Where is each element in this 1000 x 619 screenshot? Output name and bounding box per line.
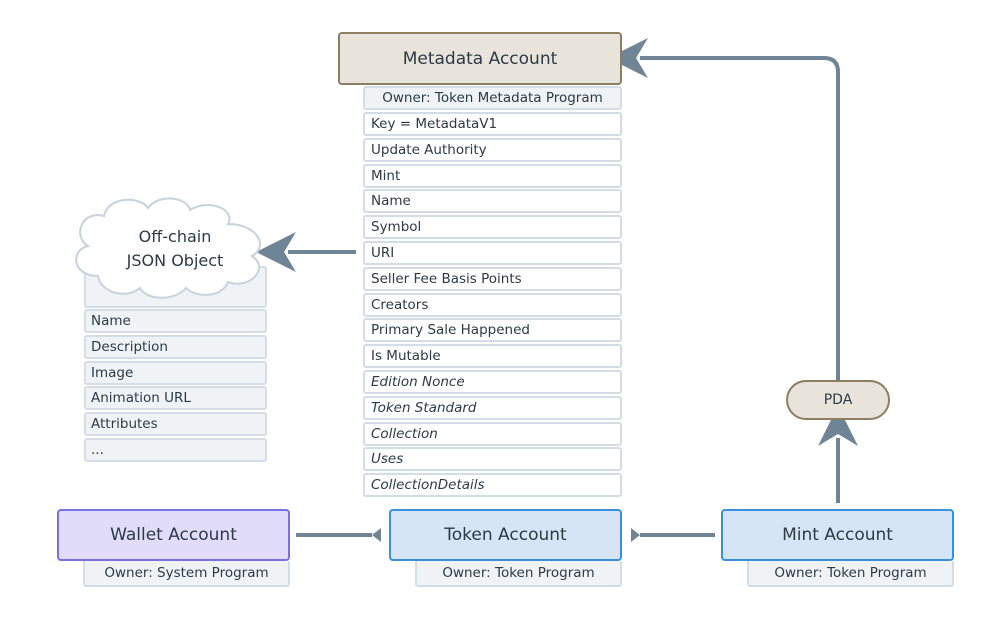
mint-account-box: Mint Account	[721, 509, 954, 561]
json-field: Description	[84, 334, 267, 359]
wallet-account-title: Wallet Account	[110, 525, 237, 545]
metadata-field: Name	[363, 189, 622, 214]
metadata-field: Collection	[363, 421, 622, 446]
json-title-line1: Off-chain	[138, 227, 212, 246]
metadata-field: Creators	[363, 292, 622, 317]
token-account-title: Token Account	[444, 525, 567, 545]
metadata-account-title: Metadata Account	[402, 48, 558, 69]
token-account-owner: Owner: Token Program	[415, 561, 622, 587]
pda-node: PDA	[786, 380, 890, 420]
metadata-account-header: Metadata Account	[338, 32, 622, 85]
metadata-field: Seller Fee Basis Points	[363, 266, 622, 291]
metadata-field: Token Standard	[363, 395, 622, 420]
metadata-field: CollectionDetails	[363, 473, 622, 498]
metadata-field: Uses	[363, 447, 622, 472]
metadata-field: Symbol	[363, 215, 622, 240]
mint-account-title: Mint Account	[782, 525, 893, 545]
json-field: Attributes	[84, 412, 267, 437]
metadata-field: Mint	[363, 163, 622, 188]
json-title-line2: JSON Object	[126, 251, 224, 270]
token-account-box: Token Account	[389, 509, 622, 561]
json-field: Image	[84, 360, 267, 385]
json-field: Name	[84, 309, 267, 333]
metadata-field: Update Authority	[363, 137, 622, 162]
metadata-field: URI	[363, 241, 622, 265]
wallet-account-owner: Owner: System Program	[83, 561, 290, 587]
json-field: Animation URL	[84, 386, 267, 411]
json-object-title: Off-chain JSON Object	[90, 225, 260, 273]
wallet-account-box: Wallet Account	[57, 509, 290, 561]
metadata-field: Primary Sale Happened	[363, 318, 622, 343]
metadata-field: Edition Nonce	[363, 370, 622, 394]
pda-label: PDA	[823, 392, 853, 408]
metadata-field: Is Mutable	[363, 344, 622, 369]
json-field: ...	[84, 438, 267, 462]
mint-account-owner: Owner: Token Program	[747, 561, 954, 587]
metadata-field: Key = MetadataV1	[363, 112, 622, 136]
metadata-owner: Owner: Token Metadata Program	[363, 86, 622, 110]
